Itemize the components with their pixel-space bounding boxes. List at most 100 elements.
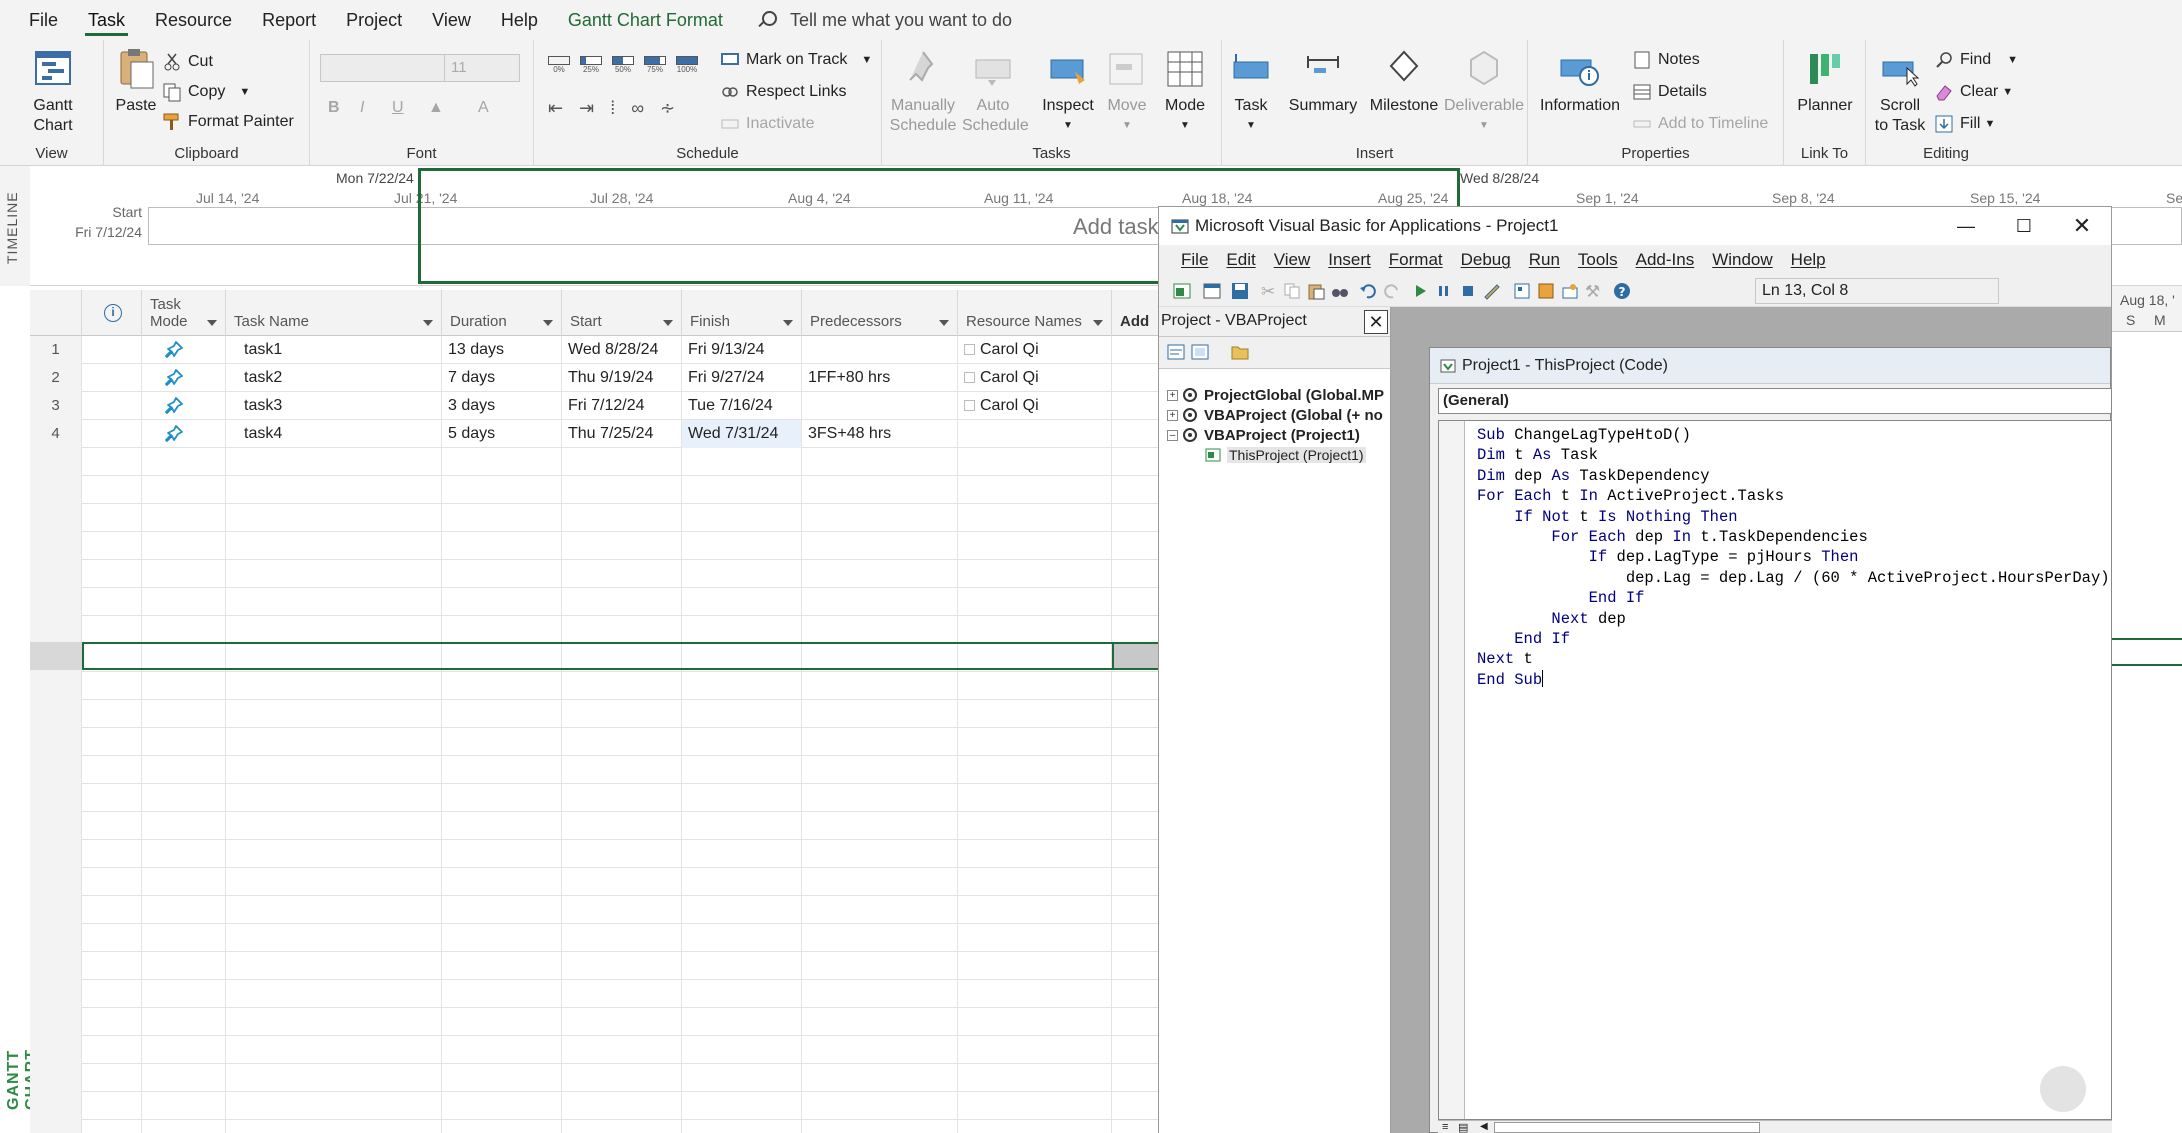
redo-icon[interactable] (1383, 282, 1401, 300)
empty-cell[interactable] (802, 756, 958, 784)
empty-cell[interactable] (442, 672, 562, 700)
empty-cell[interactable] (1112, 952, 1160, 980)
empty-cell[interactable] (802, 1008, 958, 1036)
empty-cell[interactable] (142, 560, 226, 588)
empty-cell[interactable] (142, 532, 226, 560)
empty-cell[interactable] (142, 1036, 226, 1064)
empty-cell[interactable] (142, 476, 226, 504)
cell-resource-names[interactable] (958, 420, 1112, 448)
empty-cell[interactable] (1112, 924, 1160, 952)
insert-task-button[interactable]: Task ▼ (1226, 46, 1276, 136)
vba-menu-format[interactable]: Format (1381, 250, 1453, 270)
empty-cell[interactable] (142, 784, 226, 812)
empty-cell[interactable] (682, 532, 802, 560)
empty-cell[interactable] (442, 952, 562, 980)
cell-duration[interactable]: 5 days (442, 420, 562, 448)
empty-cell[interactable] (958, 1008, 1112, 1036)
empty-cell[interactable] (442, 504, 562, 532)
empty-row[interactable] (30, 1008, 1160, 1036)
empty-cell[interactable] (226, 1064, 442, 1092)
scroll-left-icon[interactable]: ◀ (1480, 1121, 1488, 1132)
empty-cell[interactable] (1112, 700, 1160, 728)
chevron-down-icon[interactable]: ▼ (239, 86, 250, 98)
vba-menu-file[interactable]: File (1173, 250, 1218, 270)
empty-cell[interactable] (82, 952, 142, 980)
empty-cell[interactable] (958, 476, 1112, 504)
empty-cell[interactable] (82, 728, 142, 756)
empty-cell[interactable] (562, 1120, 682, 1133)
empty-cell[interactable] (442, 728, 562, 756)
planner-button[interactable]: Planner (1792, 46, 1858, 116)
respect-links-button[interactable]: Respect Links (720, 80, 847, 104)
chevron-down-icon[interactable] (939, 320, 949, 326)
run-icon[interactable] (1411, 282, 1429, 300)
cell-duration[interactable]: 13 days (442, 336, 562, 364)
empty-cell[interactable] (82, 1036, 142, 1064)
summary-button[interactable]: Summary (1286, 46, 1360, 116)
auto-schedule-button[interactable]: Auto Schedule (962, 46, 1029, 136)
project-explorer-title-bar[interactable]: Project - VBAProject ✕ (1159, 307, 1390, 337)
chevron-down-icon[interactable] (1093, 320, 1103, 326)
empty-row[interactable] (30, 1064, 1160, 1092)
empty-cell[interactable] (802, 616, 958, 644)
empty-cell[interactable] (562, 1092, 682, 1120)
empty-cell[interactable] (802, 840, 958, 868)
empty-cell[interactable] (682, 448, 802, 476)
empty-cell[interactable] (958, 1064, 1112, 1092)
empty-cell[interactable] (226, 924, 442, 952)
move-button[interactable]: Move ▼ (1104, 46, 1150, 136)
empty-cell[interactable] (958, 1092, 1112, 1120)
empty-cell[interactable] (562, 1008, 682, 1036)
chevron-down-icon[interactable]: ▼ (1984, 118, 1995, 130)
cell-add-new[interactable] (1112, 420, 1160, 448)
empty-cell[interactable] (562, 532, 682, 560)
empty-cell[interactable] (562, 784, 682, 812)
clear-button[interactable]: Clear ▼ (1934, 80, 2013, 104)
percent-100-button[interactable]: 100% (676, 56, 698, 74)
vba-menu-view[interactable]: View (1266, 250, 1321, 270)
empty-row[interactable] (30, 896, 1160, 924)
empty-cell[interactable] (1112, 476, 1160, 504)
column-header-add-new[interactable]: Add (1112, 290, 1160, 336)
empty-cell[interactable] (958, 756, 1112, 784)
empty-cell[interactable] (958, 1036, 1112, 1064)
empty-cell[interactable] (1112, 812, 1160, 840)
empty-cell[interactable] (226, 896, 442, 924)
milestone-button[interactable]: Milestone (1366, 46, 1442, 116)
table-row[interactable]: 2 task2 7 days Thu 9/19/24 Fri 9/27/24 1FF+80… (30, 364, 1160, 392)
empty-cell[interactable] (562, 476, 682, 504)
empty-cell[interactable] (682, 700, 802, 728)
design-mode-icon[interactable] (1483, 282, 1501, 300)
empty-cell[interactable] (682, 672, 802, 700)
percent-0-button[interactable]: 0% (548, 56, 570, 74)
empty-row[interactable] (30, 616, 1160, 644)
empty-cell[interactable] (958, 784, 1112, 812)
empty-cell[interactable] (442, 1008, 562, 1036)
cell-resource-names[interactable]: Carol Qi (958, 392, 1112, 420)
cell-task-name[interactable]: task2 (226, 364, 442, 392)
empty-row[interactable] (30, 700, 1160, 728)
inactivate-button[interactable]: Inactivate (720, 112, 814, 136)
empty-cell[interactable] (442, 868, 562, 896)
row-number[interactable] (30, 504, 82, 532)
cell-task-mode[interactable] (142, 364, 226, 392)
code-window[interactable]: Project1 - ThisProject (Code) (General) … (1429, 347, 2112, 1133)
empty-cell[interactable] (682, 756, 802, 784)
empty-cell[interactable] (442, 756, 562, 784)
code-window-title-bar[interactable]: Project1 - ThisProject (Code) (1430, 348, 2110, 384)
code-margin[interactable] (1439, 421, 1465, 1119)
cell-predecessors[interactable] (802, 336, 958, 364)
scroll-to-task-button[interactable]: Scroll to Task (1872, 46, 1928, 136)
find-icon[interactable] (1331, 282, 1349, 300)
empty-cell[interactable] (226, 1008, 442, 1036)
empty-cell[interactable] (802, 672, 958, 700)
code-line[interactable]: End Sub (1477, 669, 2110, 690)
empty-cell[interactable] (142, 1008, 226, 1036)
empty-cell[interactable] (682, 980, 802, 1008)
empty-cell[interactable] (226, 812, 442, 840)
cell-add-new[interactable] (1112, 336, 1160, 364)
empty-cell[interactable] (1112, 504, 1160, 532)
column-header-task-mode[interactable]: Task Mode (142, 290, 226, 336)
empty-cell[interactable] (958, 504, 1112, 532)
menu-gantt-chart-format[interactable]: Gantt Chart Format (553, 0, 738, 40)
